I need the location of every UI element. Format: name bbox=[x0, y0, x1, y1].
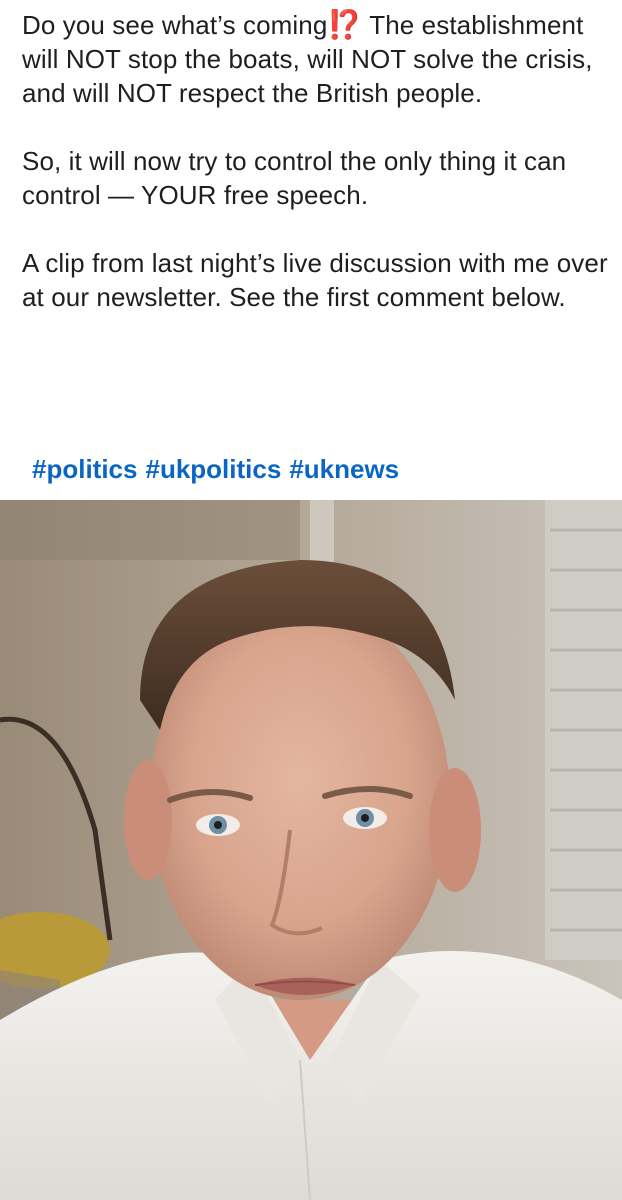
video-player[interactable] bbox=[0, 500, 622, 1200]
exclamation-question-icon: ⁉️ bbox=[327, 9, 363, 40]
video-frame-image bbox=[0, 500, 622, 1200]
post-body: Do you see what’s coming⁉️ The establish… bbox=[22, 8, 612, 314]
hashtag-uknews[interactable]: #uknews bbox=[289, 454, 399, 484]
post-paragraph-3: A clip from last night’s live discussion… bbox=[22, 248, 608, 312]
hashtag-politics[interactable]: #politics bbox=[32, 454, 137, 484]
post-paragraph-2: So, it will now try to control the only … bbox=[22, 146, 567, 210]
hashtag-row: #politics #ukpolitics #uknews bbox=[32, 452, 407, 486]
post-paragraph-1: Do you see what’s coming⁉️ The establish… bbox=[22, 8, 612, 110]
post-paragraph-1-start: Do you see what’s coming bbox=[22, 10, 328, 40]
hashtag-ukpolitics[interactable]: #ukpolitics bbox=[145, 454, 281, 484]
